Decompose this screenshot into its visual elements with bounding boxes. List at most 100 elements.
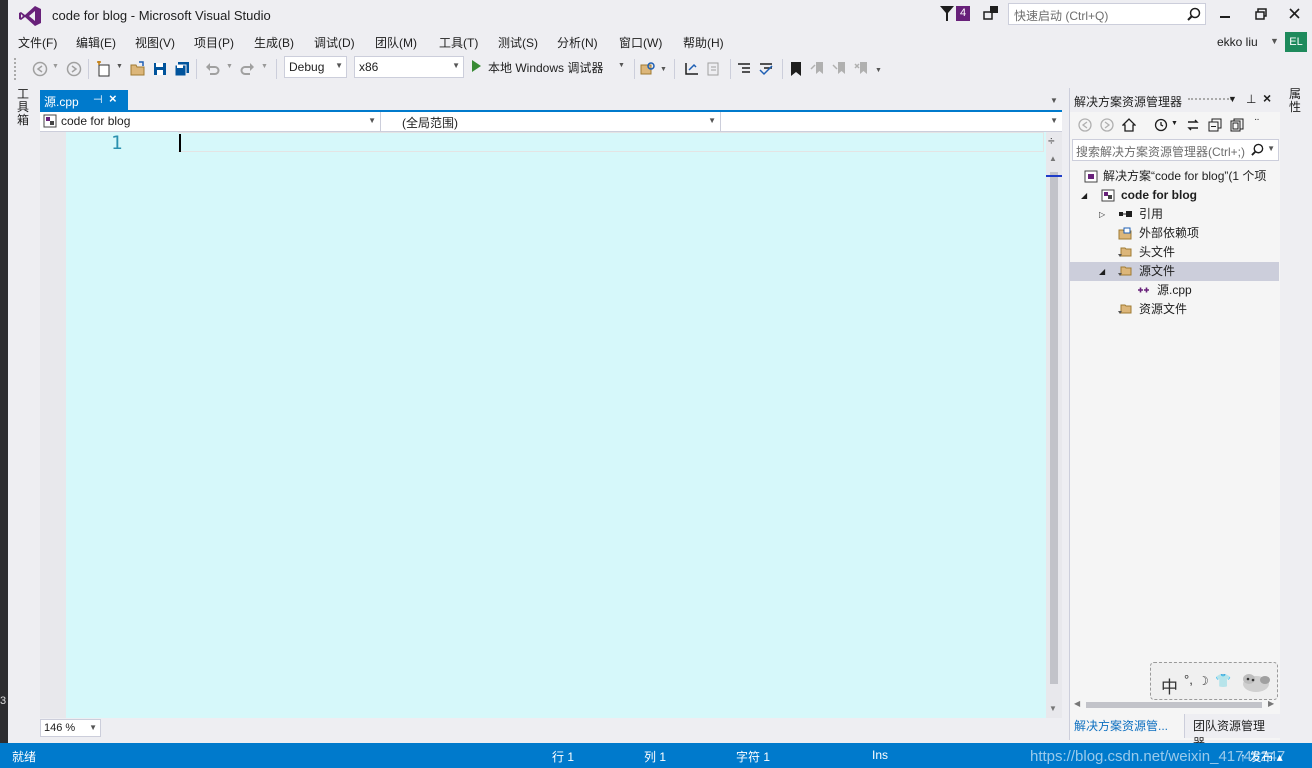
editor-horizontal-scrollbar[interactable] [104, 719, 1062, 737]
scroll-down-icon[interactable]: ▼ [1049, 704, 1057, 713]
code-editor[interactable]: 1 [40, 132, 1046, 718]
chevron-down-icon[interactable]: ▼ [1228, 94, 1237, 104]
tree-item-project[interactable]: ◢ code for blog [1070, 186, 1279, 205]
new-project-icon[interactable] [96, 61, 112, 77]
back-icon[interactable] [32, 61, 48, 77]
chevron-down-icon[interactable]: ▼ [52, 63, 59, 70]
menu-debug[interactable]: 调试(D) [314, 34, 355, 51]
tab-overflow-icon[interactable]: ▼ [1050, 96, 1058, 105]
menu-edit[interactable]: 编辑(E) [76, 34, 116, 51]
tree-item-resource-files[interactable]: 资源文件 [1070, 300, 1279, 319]
comment-lines-icon[interactable] [736, 61, 752, 77]
sync-icon[interactable] [1186, 118, 1200, 132]
panel-grip[interactable] [1188, 98, 1232, 102]
chevron-down-icon[interactable]: ▼ [116, 63, 123, 70]
expanded-icon[interactable]: ◢ [1081, 186, 1087, 205]
feedback-icon[interactable] [982, 4, 1000, 22]
punctuation-icon[interactable]: °, [1184, 672, 1193, 687]
zoom-select[interactable]: 146 % ▼ [40, 719, 101, 737]
menu-help[interactable]: 帮助(H) [683, 34, 724, 51]
solution-configuration-select[interactable]: Debug ▼ [284, 56, 347, 78]
user-name[interactable]: ekko liu [1217, 35, 1258, 49]
half-width-moon-icon[interactable]: ☽ [1198, 674, 1209, 688]
find-in-files-icon[interactable] [640, 61, 656, 77]
tree-item-external-dependencies[interactable]: 外部依赖项 [1070, 224, 1279, 243]
save-all-icon[interactable] [174, 61, 190, 77]
publish-button[interactable]: ↑ 发布 ▴ [1240, 748, 1283, 765]
project-select[interactable]: code for blog ▼ [40, 112, 381, 131]
menu-file[interactable]: 文件(F) [18, 34, 57, 51]
menu-view[interactable]: 视图(V) [135, 34, 175, 51]
ime-toolbar[interactable]: 中 °, ☽ 👕 [1150, 662, 1278, 700]
redo-icon[interactable] [240, 61, 256, 77]
pin-icon[interactable]: ⊥ [1246, 92, 1256, 106]
document-tab[interactable]: 源.cpp ⊣ × [40, 90, 128, 110]
tab-solution-explorer[interactable]: 解决方案资源管... [1074, 717, 1168, 734]
home-icon[interactable] [1122, 118, 1136, 132]
notifications-button[interactable]: 4 [940, 5, 974, 23]
collapsed-icon[interactable]: ▷ [1099, 205, 1105, 224]
close-window-button[interactable] [1280, 2, 1310, 26]
scroll-thumb[interactable] [1050, 172, 1058, 684]
ime-mascot-icon[interactable] [1239, 671, 1273, 693]
next-bookmark-icon[interactable] [832, 61, 848, 77]
chevron-down-icon[interactable]: ▼ [660, 66, 667, 73]
menu-window[interactable]: 窗口(W) [619, 34, 662, 51]
collapse-all-icon[interactable] [1208, 118, 1222, 132]
menu-build[interactable]: 生成(B) [254, 34, 294, 51]
scroll-right-icon[interactable]: ▶ [1268, 699, 1274, 708]
scope-select[interactable]: (全局范围) ▼ [381, 112, 721, 131]
bookmark-icon[interactable] [788, 61, 804, 77]
properties-tab[interactable]: 属性 [1289, 88, 1303, 114]
open-folder-icon[interactable] [130, 61, 146, 77]
restore-button[interactable] [1246, 2, 1276, 26]
chevron-down-icon[interactable]: ▼ [1270, 36, 1279, 46]
save-icon[interactable] [152, 61, 168, 77]
menu-test[interactable]: 测试(S) [498, 34, 538, 51]
clear-bookmarks-icon[interactable] [854, 61, 870, 77]
solution-explorer-horizontal-scrollbar[interactable]: ◀ ▶ [1070, 698, 1281, 712]
scroll-left-icon[interactable]: ◀ [1074, 699, 1080, 708]
menu-analyze[interactable]: 分析(N) [557, 34, 598, 51]
solution-explorer-search-input[interactable]: 搜索解决方案资源管理器(Ctrl+;) ▼ [1072, 139, 1279, 161]
menu-team[interactable]: 团队(M) [375, 34, 417, 51]
previous-bookmark-icon[interactable] [810, 61, 826, 77]
undo-icon[interactable] [204, 61, 220, 77]
tree-item-header-files[interactable]: 头文件 [1070, 243, 1279, 262]
toolbar-overflow-icon[interactable]: ▼ [875, 67, 882, 74]
ime-language-toggle[interactable]: 中 [1161, 673, 1178, 698]
forward-icon[interactable] [66, 61, 82, 77]
minimize-button[interactable] [1210, 2, 1240, 26]
tree-item-source-files[interactable]: ◢ 源文件 [1070, 262, 1279, 281]
scroll-thumb[interactable] [1086, 702, 1262, 708]
solution-platform-select[interactable]: x86 ▼ [354, 56, 464, 78]
tree-item-source-cpp[interactable]: 源.cpp [1070, 281, 1279, 300]
tree-item-references[interactable]: ▷ 引用 [1070, 205, 1279, 224]
forward-icon[interactable] [1100, 118, 1114, 132]
editor-vertical-scrollbar[interactable]: ÷ ▲ ▼ [1046, 132, 1062, 718]
toolbar-grip[interactable] [14, 58, 17, 80]
toolbox-tab[interactable]: 工具箱 [17, 88, 31, 127]
chevron-down-icon[interactable]: ▼ [261, 63, 268, 70]
skin-shirt-icon[interactable]: 👕 [1215, 673, 1231, 689]
tab-team-explorer[interactable]: 团队资源管理器 [1184, 714, 1281, 750]
chevron-down-icon[interactable]: ▼ [226, 63, 233, 70]
menu-project[interactable]: 项目(P) [194, 34, 234, 51]
close-tab-icon[interactable]: × [109, 91, 117, 106]
start-debugging-button[interactable]: 本地 Windows 调试器 ▼ [472, 59, 630, 77]
expanded-icon[interactable]: ◢ [1099, 262, 1105, 281]
tree-item-solution[interactable]: 解决方案“code for blog”(1 个项 [1070, 167, 1279, 186]
close-icon[interactable]: × [1263, 90, 1271, 106]
show-all-files-icon[interactable] [1230, 118, 1244, 132]
step-into-icon[interactable] [684, 61, 700, 77]
back-icon[interactable] [1078, 118, 1092, 132]
scroll-up-icon[interactable]: ▲ [1049, 154, 1057, 163]
uncomment-lines-icon[interactable] [758, 61, 774, 77]
more-options-icon[interactable]: ·· [1254, 114, 1260, 125]
pending-changes-icon[interactable] [1154, 118, 1168, 132]
chevron-down-icon[interactable]: ▼ [1171, 120, 1178, 127]
member-select[interactable]: ▼ [722, 112, 1062, 131]
split-window-icon[interactable]: ÷ [1048, 134, 1055, 148]
pin-icon[interactable]: ⊣ [93, 93, 103, 106]
step-over-icon[interactable] [706, 61, 722, 77]
